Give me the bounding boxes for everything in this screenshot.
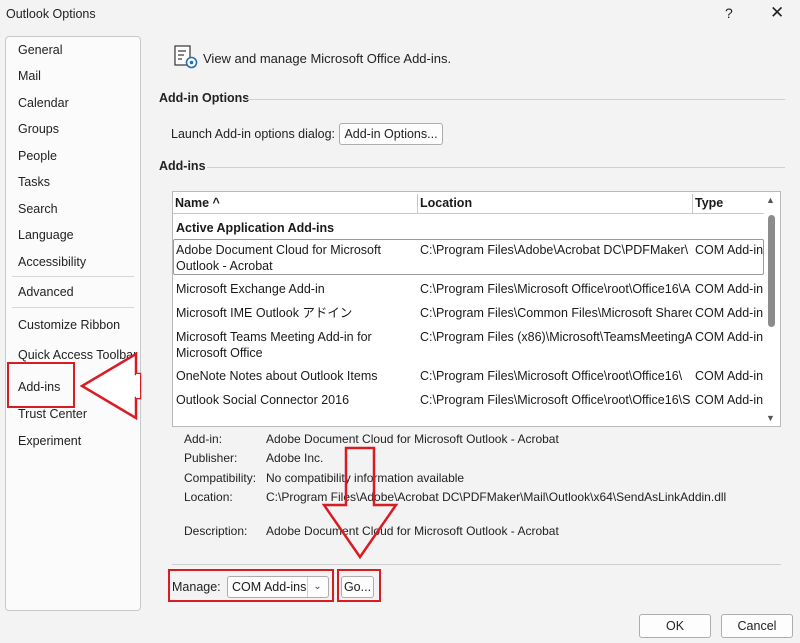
addin-name: OneNote Notes about Outlook Items — [176, 369, 378, 383]
close-icon[interactable]: ✕ — [770, 3, 784, 23]
addin-location: C:\Program Files\Adobe\Acrobat DC\PDFMak… — [420, 243, 689, 257]
annotation-box-add-ins — [7, 362, 75, 408]
addin-name: Microsoft Exchange Add-in — [176, 282, 325, 296]
nav-separator — [12, 276, 134, 277]
addin-options-button[interactable]: Add-in Options... — [339, 123, 443, 145]
addin-type: COM Add-in — [695, 369, 764, 383]
section-divider — [172, 564, 781, 565]
detail-description-label: Description: — [184, 524, 248, 538]
section-title-addin-options: Add-in Options — [159, 91, 250, 105]
ok-button[interactable]: OK — [639, 614, 711, 638]
annotation-box-manage — [168, 569, 334, 602]
options-nav: General Mail Calendar Groups People Task… — [5, 36, 141, 611]
section-divider — [247, 99, 785, 100]
nav-item-search[interactable]: Search — [18, 202, 58, 216]
addin-name: Adobe Document Cloud for Microsoft — [176, 243, 381, 257]
title-bar: Outlook Options ? ✕ — [0, 0, 800, 30]
addin-type: COM Add-in — [695, 330, 764, 344]
addins-table: Name ^ Location Type Active Application … — [172, 191, 781, 427]
nav-item-people[interactable]: People — [18, 149, 57, 163]
detail-addin-label: Add-in: — [184, 432, 223, 446]
addin-type: COM Add-in — [695, 243, 764, 257]
column-header-location[interactable]: Location — [418, 194, 693, 214]
window-title: Outlook Options — [6, 7, 96, 21]
addin-name: Microsoft Teams Meeting Add-in for — [176, 330, 372, 344]
addin-name-line2: Microsoft Office — [176, 346, 263, 360]
table-row[interactable]: Microsoft Teams Meeting Add-in for Micro… — [173, 327, 764, 363]
addin-location: C:\Program Files (x86)\Microsoft\TeamsMe… — [420, 330, 692, 344]
table-row[interactable]: Microsoft IME Outlook アドイン C:\Program Fi… — [173, 303, 764, 323]
addin-type: COM Add-in — [695, 282, 764, 296]
launch-addin-options-label: Launch Add-in options dialog: — [171, 127, 336, 141]
column-header-name[interactable]: Name ^ — [173, 194, 418, 214]
section-title-addins: Add-ins — [159, 159, 206, 173]
detail-location-label: Location: — [184, 490, 233, 504]
addin-name: Microsoft IME Outlook アドイン — [176, 306, 353, 320]
help-icon[interactable]: ? — [725, 5, 733, 21]
table-row[interactable]: OneNote Notes about Outlook Items C:\Pro… — [173, 366, 764, 386]
nav-item-calendar[interactable]: Calendar — [18, 96, 69, 110]
addins-panel: View and manage Microsoft Office Add-ins… — [155, 36, 795, 611]
table-row[interactable]: Outlook Social Connector 2016 C:\Program… — [173, 390, 764, 410]
nav-item-customize-ribbon[interactable]: Customize Ribbon — [18, 318, 120, 332]
addin-location: C:\Program Files\Microsoft Office\root\O… — [420, 369, 683, 383]
detail-description-value: Adobe Document Cloud for Microsoft Outlo… — [266, 524, 559, 538]
addin-type: COM Add-in — [695, 393, 764, 407]
nav-item-experiment[interactable]: Experiment — [18, 434, 81, 448]
nav-separator — [12, 307, 134, 308]
addin-location: C:\Program Files\Common Files\Microsoft … — [420, 306, 692, 320]
addins-gear-icon — [174, 45, 198, 69]
page-header-text: View and manage Microsoft Office Add-ins… — [203, 51, 452, 66]
scroll-down-icon[interactable]: ▼ — [766, 413, 775, 423]
nav-item-language[interactable]: Language — [18, 228, 74, 242]
table-row[interactable]: Microsoft Exchange Add-in C:\Program Fil… — [173, 279, 764, 299]
nav-item-general[interactable]: General — [18, 43, 62, 57]
scrollbar-thumb[interactable] — [768, 215, 775, 327]
annotation-box-go — [337, 569, 381, 602]
column-header-type[interactable]: Type — [693, 194, 764, 214]
scroll-up-icon[interactable]: ▲ — [766, 195, 775, 205]
table-row[interactable]: Adobe Document Cloud for Microsoft Outlo… — [173, 239, 764, 275]
detail-addin-value: Adobe Document Cloud for Microsoft Outlo… — [266, 432, 559, 446]
addin-location: C:\Program Files\Microsoft Office\root\O… — [420, 393, 691, 407]
annotation-arrow-left — [80, 352, 142, 420]
table-group-row: Active Application Add-ins — [173, 218, 764, 238]
addin-type: COM Add-in — [695, 306, 764, 320]
nav-item-advanced[interactable]: Advanced — [18, 285, 74, 299]
detail-publisher-value: Adobe Inc. — [266, 451, 324, 465]
table-scrollbar[interactable]: ▲ ▼ — [764, 193, 779, 425]
nav-item-trust-center[interactable]: Trust Center — [18, 407, 87, 421]
addin-name-line2: Outlook - Acrobat — [176, 259, 273, 273]
nav-item-tasks[interactable]: Tasks — [18, 175, 50, 189]
section-divider — [207, 167, 785, 168]
nav-item-groups[interactable]: Groups — [18, 122, 59, 136]
nav-item-accessibility[interactable]: Accessibility — [18, 255, 86, 269]
detail-compatibility-label: Compatibility: — [184, 471, 257, 485]
nav-item-mail[interactable]: Mail — [18, 69, 41, 83]
addin-name: Outlook Social Connector 2016 — [176, 393, 350, 407]
addin-location: C:\Program Files\Microsoft Office\root\O… — [420, 282, 691, 296]
group-label: Active Application Add-ins — [176, 221, 335, 235]
detail-publisher-label: Publisher: — [184, 451, 238, 465]
cancel-button[interactable]: Cancel — [721, 614, 793, 638]
annotation-arrow-down — [321, 446, 399, 560]
